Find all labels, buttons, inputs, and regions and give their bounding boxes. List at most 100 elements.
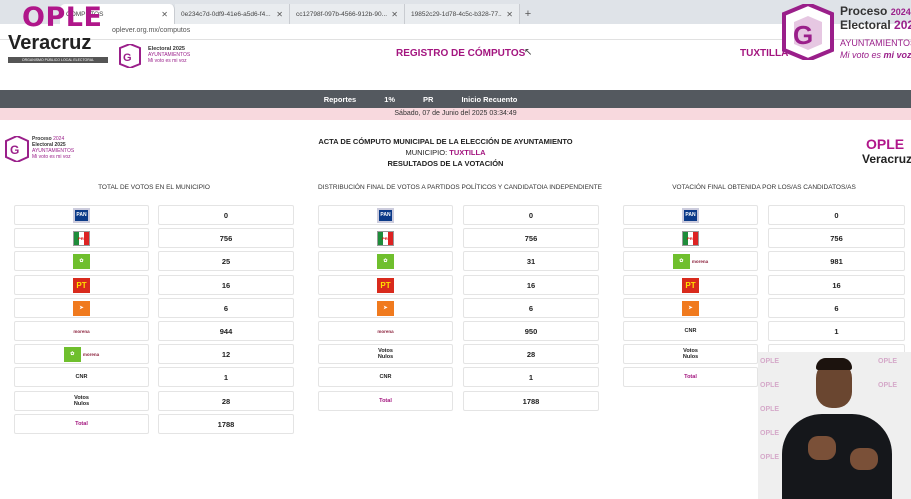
votes-cell: 1 <box>158 367 294 387</box>
party-cell: CNR <box>623 321 758 341</box>
browser-tabbar: CÓMPUTOS ✕ 0e234c7d-0df9-41e6-a5d6-f4...… <box>0 0 911 24</box>
close-tab-icon[interactable]: ✕ <box>276 10 283 19</box>
party-cell: Total <box>318 391 453 411</box>
slogan-label: Mi voto es mi voz <box>148 58 187 64</box>
votes-cell: 6 <box>463 298 599 318</box>
pt-logo-icon: PT <box>682 277 699 293</box>
nav-1-percent[interactable]: 1% <box>384 95 395 104</box>
close-tab-icon[interactable]: ✕ <box>161 10 168 19</box>
votes-cell: 0 <box>463 205 599 225</box>
pvem-logo-icon: ✿ <box>672 253 690 269</box>
party-cell: PAN <box>318 205 453 225</box>
pan-logo-icon: PAN <box>682 207 699 223</box>
nulos-word: Nulos <box>682 354 699 360</box>
interpreter-hair <box>816 358 852 370</box>
browser-tab-2[interactable]: 0e234c7d-0df9-41e6-a5d6-f4... ✕ <box>175 4 290 24</box>
pri-logo-icon: PRI <box>377 230 394 246</box>
votes-cell: 981 <box>768 251 905 271</box>
party-cell: ✿ morena <box>14 344 149 364</box>
party-cell: PT <box>14 275 149 295</box>
proceso-electoral-logo-big: G Proceso 2024 Electoral 2025 AYUNTAMIEN… <box>780 4 911 64</box>
watermark-text: OPLE <box>878 382 898 389</box>
watermark-text: OPLE <box>760 406 780 413</box>
municipio-value: TUXTILLA <box>449 148 486 157</box>
column-title-distribucion: DISTRIBUCIÓN FINAL DE VOTOS A PARTIDOS P… <box>318 184 602 191</box>
party-cell: ✿ morena <box>623 251 758 271</box>
votes-cell: 16 <box>768 275 905 295</box>
morena-logo-icon: morena <box>691 258 709 264</box>
mc-logo-icon: ➤ <box>73 300 90 316</box>
party-cell: morena <box>14 321 149 341</box>
proceso-electoral-glyph-icon: G <box>782 4 834 60</box>
ople-word: OPLE <box>22 2 103 33</box>
mc-logo-icon: ➤ <box>377 300 394 316</box>
pvem-logo-icon: ✿ <box>377 253 394 269</box>
party-cell: Total <box>14 414 149 434</box>
party-cell: ✿ <box>14 251 149 271</box>
acta-title: ACTA DE CÓMPUTO MUNICIPAL DE LA ELECCIÓN… <box>318 137 573 146</box>
cnr-label: CNR <box>684 328 697 334</box>
page-title: REGISTRO DE CÓMPUTOS <box>396 48 526 59</box>
party-cell: morena <box>318 321 453 341</box>
votes-cell: 28 <box>158 391 294 411</box>
nulos-word: Nulos <box>73 401 90 407</box>
ople-veracruz-word: Veracruz <box>8 32 92 54</box>
pri-logo-icon: PRI <box>73 230 90 246</box>
slogan-prefix: Mi voto es <box>840 50 882 60</box>
votes-cell: 944 <box>158 321 294 341</box>
municipio-label: MUNICIPIO: <box>405 148 448 157</box>
votes-cell: 1788 <box>463 391 599 411</box>
close-tab-icon[interactable]: ✕ <box>391 10 398 19</box>
watermark-text: OPLE <box>760 454 780 461</box>
site-header: G Electoral 2025 AYUNTAMIENTOS Mi voto e… <box>0 40 911 90</box>
watermark-text: OPLE <box>760 430 780 437</box>
votes-cell: 756 <box>768 228 905 248</box>
svg-text:G: G <box>793 20 813 50</box>
slogan-bold: mi voz <box>883 50 911 60</box>
electoral-word: Electoral <box>840 18 891 32</box>
svg-text:G: G <box>123 52 132 64</box>
morena-logo-icon: morena <box>82 351 100 357</box>
column-title-candidatos: VOTACIÓN FINAL OBTENIDA POR LOS/AS CANDI… <box>672 184 856 191</box>
browser-tab-4[interactable]: 19852c29-1d78-4c5c-b328-77... ✕ <box>405 4 520 24</box>
proceso-electoral-glyph-icon: G <box>119 44 141 68</box>
new-tab-icon[interactable]: + <box>520 4 536 24</box>
total-label: Total <box>684 374 697 380</box>
votes-cell: 12 <box>158 344 294 364</box>
pt-logo-icon: PT <box>377 277 394 293</box>
watermark-text: OPLE <box>878 358 898 365</box>
nav-reportes[interactable]: Reportes <box>324 95 357 104</box>
morena-logo-icon: morena <box>73 328 90 334</box>
votes-cell: 16 <box>463 275 599 295</box>
sign-language-interpreter-video: OPLE OPLE OPLE OPLE OPLE OPLE OPLE <box>758 352 911 499</box>
watermark-text: OPLE <box>760 358 780 365</box>
ople-veracruz-right: Veracruz <box>862 152 911 166</box>
party-cell: PRI <box>623 228 758 248</box>
morena-logo-icon: morena <box>377 328 394 334</box>
party-cell: ✿ <box>318 251 453 271</box>
pvem-logo-icon: ✿ <box>63 346 81 362</box>
pan-logo-icon: PAN <box>73 207 90 223</box>
party-cell: PAN <box>14 205 149 225</box>
browser-tab-3[interactable]: cc12798f-097b-4566-912b-90... ✕ <box>290 4 405 24</box>
close-tab-icon[interactable]: ✕ <box>506 10 513 19</box>
party-cell: PT <box>623 275 758 295</box>
url-text[interactable]: oplever.org.mx/computos <box>112 27 190 34</box>
watermark-text: OPLE <box>760 382 780 389</box>
proceso-electoral-logo-small: G Electoral 2025 AYUNTAMIENTOS Mi voto e… <box>118 44 198 70</box>
nav-pr[interactable]: PR <box>423 95 433 104</box>
votes-cell: 28 <box>463 344 599 364</box>
pri-logo-icon: PRI <box>682 230 699 246</box>
total-label: Total <box>379 398 392 404</box>
tab-title: cc12798f-097b-4566-912b-90... <box>296 10 388 18</box>
nav-inicio-recuento[interactable]: Inicio Recuento <box>461 95 517 104</box>
votes-cell: 756 <box>158 228 294 248</box>
party-cell: Total <box>623 367 758 387</box>
party-cell: ➤ <box>318 298 453 318</box>
cnr-label: CNR <box>379 374 392 380</box>
total-label: Total <box>75 421 88 427</box>
votos-nulos-label: Votos Nulos <box>378 348 393 360</box>
pvem-logo-icon: ✿ <box>73 253 90 269</box>
address-bar[interactable]: oplever.org.mx/computos <box>0 24 911 40</box>
party-cell: Votos Nulos <box>318 344 453 364</box>
